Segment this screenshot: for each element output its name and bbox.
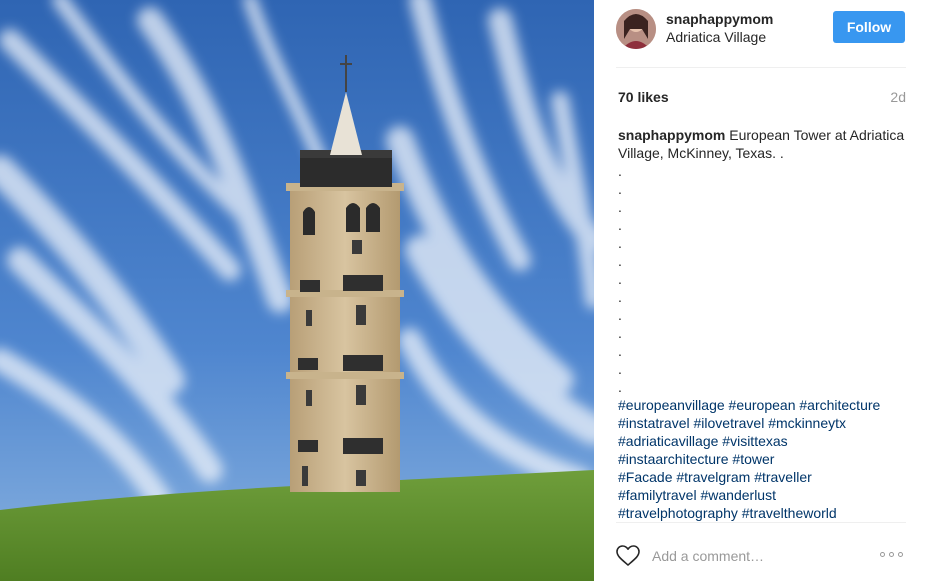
hashtag-link[interactable]: #traveller <box>754 469 812 485</box>
post-photo[interactable] <box>0 0 594 581</box>
caption-dot-line: . <box>618 379 622 395</box>
caption-dot-line: . <box>618 181 622 197</box>
hashtag-line: #familytravel #wanderlust <box>618 486 908 504</box>
hashtag-link[interactable]: #Facade <box>618 469 672 485</box>
header-divider <box>616 67 906 68</box>
hashtag-line: #Facade #travelgram #traveller <box>618 468 908 486</box>
more-dot <box>880 552 885 557</box>
hashtag-link[interactable]: #visittexas <box>722 433 787 449</box>
post-details-panel: snaphappymom Adriatica Village Follow 70… <box>594 0 928 581</box>
follow-button[interactable]: Follow <box>833 11 905 43</box>
hashtag-link[interactable]: #architecture <box>799 397 880 413</box>
hashtag-link[interactable]: #ilovetravel <box>693 415 764 431</box>
heart-outline-icon[interactable] <box>616 544 640 568</box>
caption-dot-line: . <box>618 307 622 323</box>
add-comment-input[interactable] <box>652 546 852 566</box>
hashtag-link[interactable]: #instatravel <box>618 415 690 431</box>
caption-dot-line: . <box>618 343 622 359</box>
post-header: snaphappymom Adriatica Village Follow <box>616 8 906 66</box>
caption-dot-line: . <box>618 235 622 251</box>
hashtag-line: #travelphotography #traveltheworld <box>618 504 908 522</box>
hashtag-line: #adriaticavillage #visittexas <box>618 432 908 450</box>
caption: snaphappymom European Tower at Adriatica… <box>618 126 908 522</box>
caption-dot-line: . <box>618 199 622 215</box>
header-location[interactable]: Adriatica Village <box>666 29 766 45</box>
hashtag-link[interactable]: #tower <box>732 451 774 467</box>
caption-username[interactable]: snaphappymom <box>618 127 725 143</box>
more-dot <box>889 552 894 557</box>
hashtag-link[interactable]: #mckinneytx <box>768 415 846 431</box>
caption-text-block: snaphappymom European Tower at Adriatica… <box>618 126 908 162</box>
hashtag-link[interactable]: #familytravel <box>618 487 697 503</box>
caption-dot-line: . <box>618 217 622 233</box>
avatar-image <box>616 9 656 49</box>
avatar[interactable] <box>616 9 656 49</box>
caption-hashtags: #europeanvillage #european #architecture… <box>618 396 908 522</box>
caption-dot-line: . <box>618 325 622 341</box>
hashtag-link[interactable]: #traveltheworld <box>742 505 837 521</box>
hashtag-link[interactable]: #travelgram <box>676 469 750 485</box>
caption-dot-line: . <box>618 163 622 179</box>
hashtag-line: #instaarchitecture #tower <box>618 450 908 468</box>
hashtag-line: #instatravel #ilovetravel #mckinneytx <box>618 414 908 432</box>
hashtag-line: #europeanvillage #european #architecture <box>618 396 908 414</box>
tower-photo-image <box>0 0 594 581</box>
hashtag-link[interactable]: #wanderlust <box>700 487 776 503</box>
hashtag-link[interactable]: #europeanvillage <box>618 397 725 413</box>
post-time[interactable]: 2d <box>890 89 906 105</box>
comment-divider <box>616 522 906 523</box>
more-options-icon[interactable] <box>880 551 906 559</box>
caption-dot-line: . <box>618 289 622 305</box>
caption-dots: ............. <box>618 162 908 396</box>
hashtag-link[interactable]: #adriaticavillage <box>618 433 718 449</box>
caption-dot-line: . <box>618 361 622 377</box>
header-username[interactable]: snaphappymom <box>666 11 773 27</box>
hashtag-link[interactable]: #instaarchitecture <box>618 451 729 467</box>
likes-count[interactable]: 70 likes <box>618 89 669 105</box>
more-dot <box>898 552 903 557</box>
caption-dot-line: . <box>618 271 622 287</box>
hashtag-link[interactable]: #european <box>729 397 796 413</box>
caption-dot-line: . <box>618 253 622 269</box>
hashtag-link[interactable]: #travelphotography <box>618 505 738 521</box>
